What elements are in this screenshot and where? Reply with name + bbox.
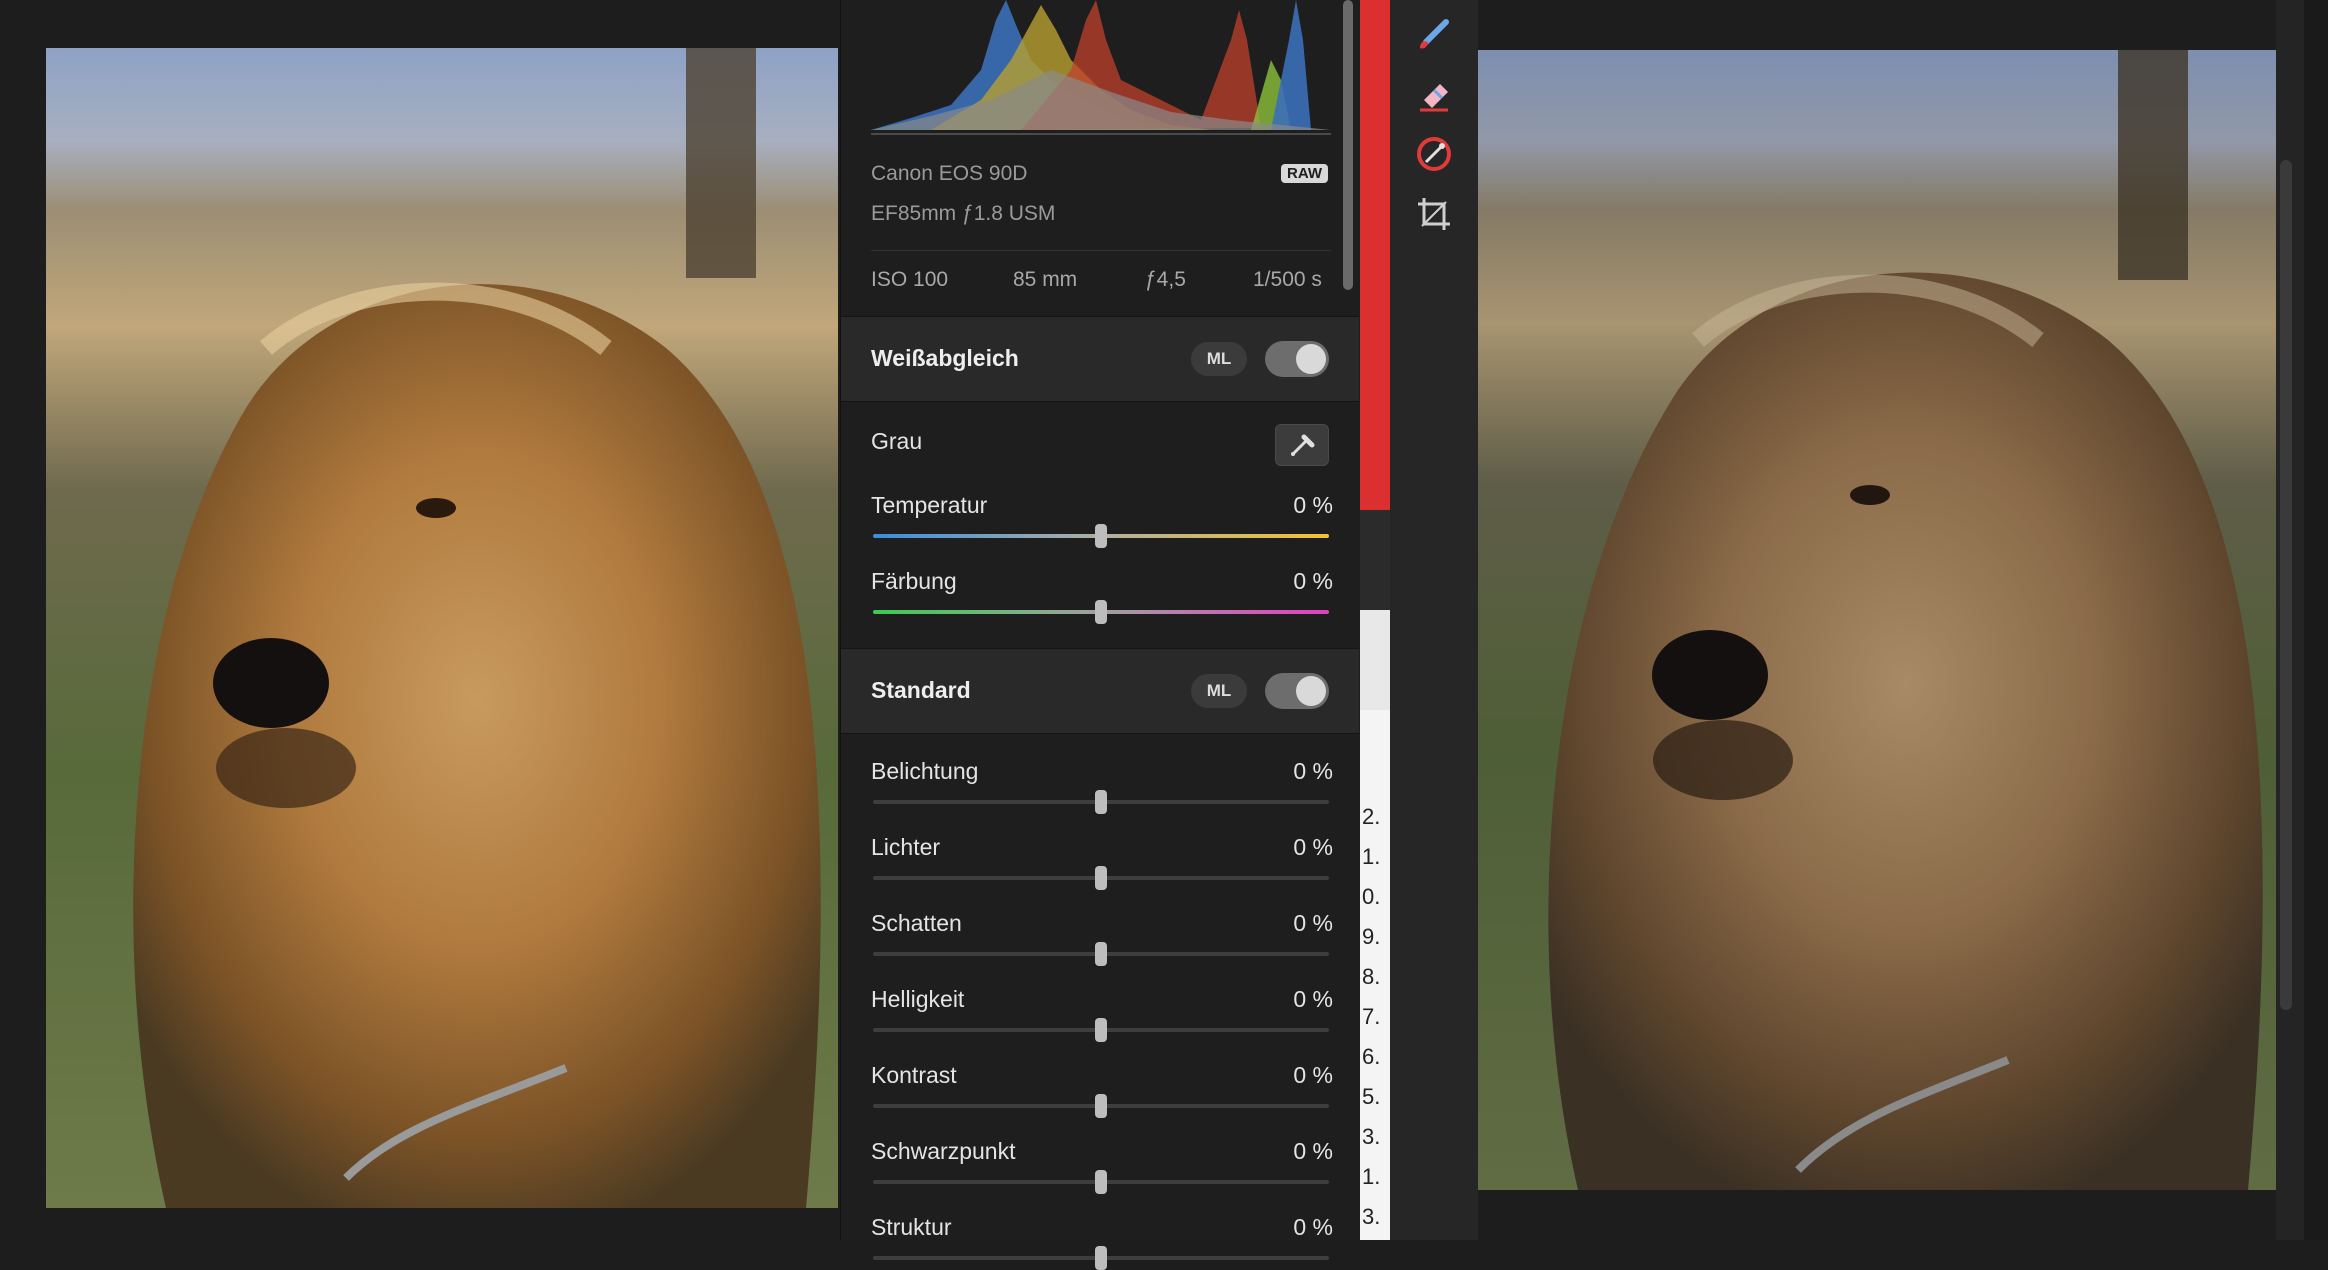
slider-thumb[interactable] (1095, 1018, 1107, 1042)
grey-picker-button[interactable] (1275, 424, 1329, 466)
red-strip (1360, 0, 1390, 510)
tool-strip (1390, 0, 1478, 1240)
slider-value[interactable]: 0 % (1293, 568, 1333, 595)
slider-label: Helligkeit (871, 986, 965, 1012)
background-window-strip: 2. 1. 0. 9. 8. 7. 6. 5. 3. 1. 3. (1360, 0, 1390, 1240)
slider-thumb[interactable] (1095, 1094, 1107, 1118)
slider-value[interactable]: 0 % (1293, 1062, 1333, 1089)
photo-after[interactable] (1478, 50, 2276, 1190)
right-edge-content (2304, 0, 2328, 1240)
slider-label: Schwarzpunkt (871, 1138, 1016, 1164)
toggle-knob (1296, 344, 1326, 374)
brush-icon (1420, 19, 1449, 49)
slider-label: Kontrast (871, 1062, 957, 1088)
exif-iso: ISO 100 (871, 268, 949, 291)
strip-block (1360, 510, 1390, 610)
slider-value[interactable]: 0 % (1293, 492, 1333, 519)
exif-focal: 85 mm (1013, 268, 1078, 291)
eraser-tool[interactable] (1412, 72, 1456, 116)
toggle-white-balance[interactable] (1265, 341, 1329, 377)
brush-tool[interactable] (1412, 12, 1456, 56)
slider-value[interactable]: 0 % (1293, 1214, 1333, 1241)
adjustments-panel: Canon EOS 90D RAW EF85mm ƒ1.8 USM ISO 10… (840, 0, 1361, 1270)
eyedropper-icon (1291, 434, 1315, 456)
slider-value[interactable]: 0 % (1293, 758, 1333, 785)
strip-light-block (1360, 610, 1390, 710)
crop-tool[interactable] (1412, 192, 1456, 236)
histogram (871, 0, 1331, 135)
right-scrollbar[interactable] (2280, 160, 2292, 1010)
slider-value[interactable]: 0 % (1293, 910, 1333, 937)
ml-button-standard[interactable]: ML (1191, 674, 1247, 708)
slider-label: Struktur (871, 1214, 952, 1240)
panel-scrollbar[interactable] (1343, 0, 1353, 290)
crop-icon (1418, 198, 1450, 230)
photo-before[interactable] (46, 48, 838, 1208)
right-side-panel-edge (2276, 0, 2328, 1240)
section-white-balance[interactable]: Weißabgleich ML (841, 316, 1359, 402)
slider-value[interactable]: 0 % (1293, 986, 1333, 1013)
exif-shutter: 1/500 s (1253, 268, 1322, 291)
slider-label: Schatten (871, 910, 962, 936)
slider-label: Temperatur (871, 492, 988, 518)
slider-value[interactable]: 0 % (1293, 834, 1333, 861)
toggle-standard[interactable] (1265, 673, 1329, 709)
slider-label: Lichter (871, 834, 941, 860)
slider-thumb[interactable] (1095, 790, 1107, 814)
slider-label: Färbung (871, 568, 957, 594)
slider-thumb[interactable] (1095, 1246, 1107, 1270)
slider-thumb[interactable] (1095, 600, 1107, 624)
section-title-standard: Standard (871, 677, 971, 703)
section-standard[interactable]: Standard ML (841, 648, 1359, 734)
exif-aperture: ƒ4,5 (1145, 268, 1186, 291)
eraser-icon (1420, 84, 1448, 112)
slider-label: Belichtung (871, 758, 979, 784)
section-title-white-balance: Weißabgleich (871, 345, 1019, 371)
curve-tool[interactable] (1412, 132, 1456, 176)
grey-label: Grau (871, 428, 923, 454)
camera-lens: EF85mm ƒ1.8 USM (871, 202, 1056, 225)
slider-thumb[interactable] (1095, 524, 1107, 548)
slider-thumb[interactable] (1095, 942, 1107, 966)
slider-thumb[interactable] (1095, 866, 1107, 890)
slider-thumb[interactable] (1095, 1170, 1107, 1194)
divider (871, 250, 1331, 251)
curve-pen-icon (1417, 137, 1451, 171)
raw-badge: RAW (1281, 164, 1328, 183)
ml-button-white-balance[interactable]: ML (1191, 342, 1247, 376)
toggle-knob (1296, 676, 1326, 706)
camera-body: Canon EOS 90D (871, 162, 1028, 185)
slider-value[interactable]: 0 % (1293, 1138, 1333, 1165)
